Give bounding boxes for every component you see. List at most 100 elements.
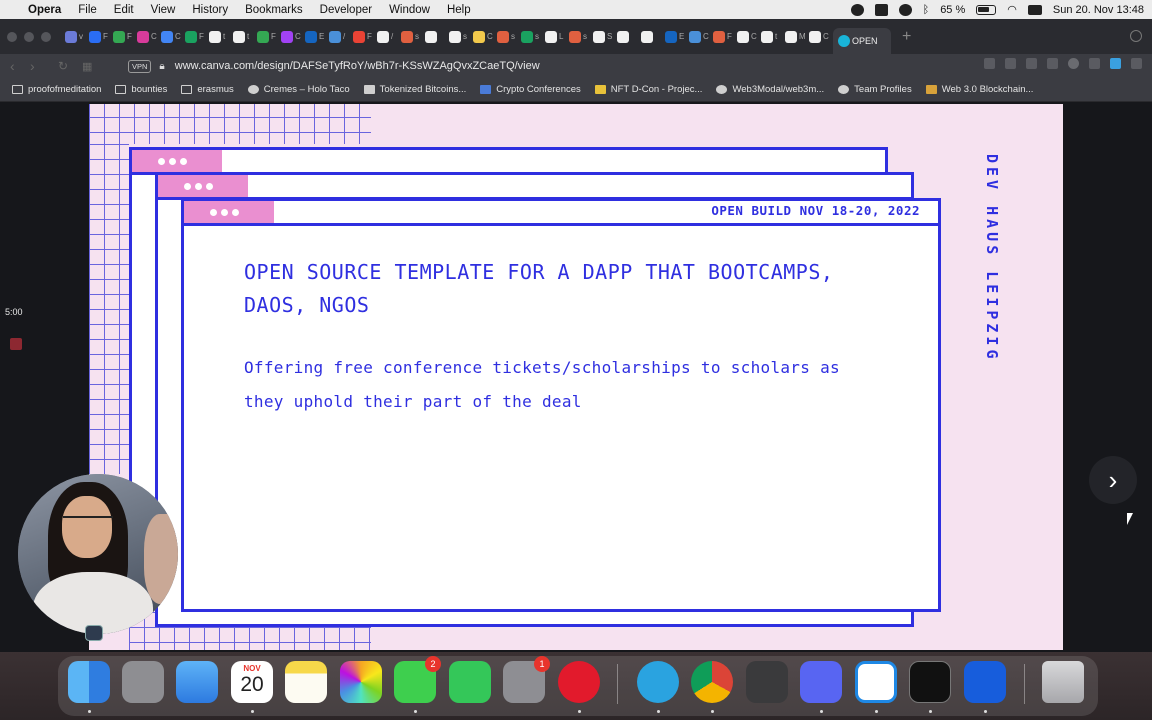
- facetime-icon[interactable]: [449, 661, 491, 703]
- bookmark-item[interactable]: NFT D-Con - Projec...: [594, 84, 702, 95]
- notes-icon[interactable]: [285, 661, 327, 703]
- snapshot-icon[interactable]: [984, 58, 995, 69]
- system-settings-icon[interactable]: 1: [503, 656, 550, 703]
- tab-item[interactable]: F: [185, 26, 208, 48]
- tab-item[interactable]: C: [281, 26, 304, 48]
- opera-icon[interactable]: [558, 661, 600, 703]
- back-icon[interactable]: ‹: [10, 58, 26, 74]
- menu-view[interactable]: View: [151, 4, 176, 16]
- menu-window[interactable]: Window: [389, 4, 430, 16]
- control-center-icon[interactable]: [1027, 4, 1042, 15]
- brightness-icon[interactable]: [850, 3, 864, 16]
- wifi-icon[interactable]: ◠: [1007, 3, 1017, 16]
- tab-item[interactable]: L: [545, 26, 568, 48]
- menu-edit[interactable]: Edit: [114, 4, 134, 16]
- launchpad-icon[interactable]: [122, 661, 164, 703]
- tab-item[interactable]: F: [89, 26, 112, 48]
- discord-icon[interactable]: [800, 661, 842, 703]
- bluetooth-icon[interactable]: ᛒ: [923, 4, 930, 16]
- menu-developer[interactable]: Developer: [320, 4, 372, 16]
- forward-icon[interactable]: ›: [30, 58, 46, 74]
- tab-item[interactable]: [425, 26, 448, 48]
- menu-app-opera[interactable]: Opera: [28, 4, 61, 16]
- minimize-window-button[interactable]: [24, 31, 34, 42]
- menu-clock[interactable]: Sun 20. Nov 13:48: [1053, 4, 1144, 16]
- tab-item[interactable]: F: [353, 26, 376, 48]
- tab-item[interactable]: S: [593, 26, 616, 48]
- tab-search-icon[interactable]: [1130, 30, 1142, 42]
- tab-item[interactable]: t: [233, 26, 256, 48]
- tab-item[interactable]: E: [665, 26, 688, 48]
- bookmark-item[interactable]: Web3Modal/web3m...: [716, 84, 824, 95]
- zoom-window-button[interactable]: [41, 31, 51, 42]
- tab-item[interactable]: F: [113, 26, 136, 48]
- vpn-badge[interactable]: VPN: [128, 59, 152, 73]
- tab-item[interactable]: C: [161, 26, 184, 48]
- tab-item[interactable]: s: [521, 26, 544, 48]
- lock-icon[interactable]: 🔒︎: [159, 61, 164, 72]
- bookmark-item[interactable]: Cremes – Holo Taco: [247, 84, 350, 95]
- close-window-button[interactable]: [7, 31, 17, 42]
- tab-item[interactable]: /: [329, 26, 352, 48]
- tab-item[interactable]: t: [209, 26, 232, 48]
- tab-item[interactable]: C: [473, 26, 496, 48]
- record-stop-icon[interactable]: [10, 338, 22, 350]
- tab-item[interactable]: C: [737, 26, 760, 48]
- camera-toggle-icon[interactable]: [85, 625, 103, 641]
- tab-item[interactable]: s: [569, 26, 592, 48]
- download-icon[interactable]: [1089, 58, 1100, 69]
- trash-icon[interactable]: [1042, 661, 1084, 703]
- next-slide-button[interactable]: ›: [1089, 456, 1137, 504]
- chrome-icon[interactable]: [691, 661, 733, 703]
- finder-icon[interactable]: [68, 661, 110, 703]
- tab-item[interactable]: s: [401, 26, 424, 48]
- menu-bookmarks[interactable]: Bookmarks: [245, 4, 303, 16]
- tab-item[interactable]: C: [137, 26, 160, 48]
- calendar-icon[interactable]: NOV 20: [231, 661, 273, 703]
- tab-item[interactable]: [617, 26, 640, 48]
- tab-item[interactable]: E: [305, 26, 328, 48]
- tab-item[interactable]: F: [257, 26, 280, 48]
- tab-item[interactable]: F: [713, 26, 736, 48]
- adblock-icon[interactable]: [1026, 58, 1037, 69]
- battery-icon[interactable]: [976, 4, 997, 15]
- bookmark-item[interactable]: proofofmeditation: [12, 84, 101, 95]
- tab-item[interactable]: C: [689, 26, 712, 48]
- vscode-icon[interactable]: [855, 661, 897, 703]
- new-tab-button[interactable]: +: [902, 28, 911, 46]
- gamepad-icon[interactable]: [898, 3, 912, 16]
- tab-item[interactable]: s: [497, 26, 520, 48]
- terminal-icon[interactable]: [909, 661, 951, 703]
- menu-help[interactable]: Help: [447, 4, 471, 16]
- bookmark-item[interactable]: erasmus: [181, 84, 234, 95]
- shield-icon[interactable]: [874, 3, 888, 16]
- messages-icon[interactable]: 2: [394, 656, 441, 703]
- tab-active-canva[interactable]: OPEN: [833, 28, 891, 54]
- profile-icon[interactable]: [1068, 58, 1079, 69]
- tab-item[interactable]: [641, 26, 664, 48]
- extension-icon[interactable]: [1110, 58, 1121, 69]
- url-field[interactable]: www.canva.com/design/DAFSeTyfRoY/wBh7r-K…: [175, 60, 540, 72]
- calculator-icon[interactable]: [746, 661, 788, 703]
- tab-item[interactable]: /: [377, 26, 400, 48]
- camera-icon[interactable]: [1005, 58, 1016, 69]
- menu-icon[interactable]: [1131, 58, 1142, 69]
- bitwarden-icon[interactable]: [964, 661, 1006, 703]
- heart-icon[interactable]: [1047, 58, 1058, 69]
- telegram-icon[interactable]: [637, 661, 679, 703]
- tab-item[interactable]: s: [449, 26, 472, 48]
- bookmark-item[interactable]: Team Profiles: [838, 84, 912, 95]
- grid-icon[interactable]: ▦: [82, 60, 98, 73]
- photos-icon[interactable]: [340, 661, 382, 703]
- bookmark-item[interactable]: Tokenized Bitcoins...: [363, 84, 466, 95]
- menu-file[interactable]: File: [78, 4, 97, 16]
- tab-item[interactable]: C: [809, 26, 832, 48]
- bookmark-item[interactable]: Crypto Conferences: [480, 84, 581, 95]
- bookmark-item[interactable]: Web 3.0 Blockchain...: [925, 84, 1033, 95]
- tab-item[interactable]: M: [785, 26, 808, 48]
- tab-item[interactable]: t: [761, 26, 784, 48]
- tab-item[interactable]: v: [65, 26, 88, 48]
- reload-icon[interactable]: ↻: [58, 59, 74, 73]
- menu-history[interactable]: History: [192, 4, 228, 16]
- mail-icon[interactable]: [176, 661, 218, 703]
